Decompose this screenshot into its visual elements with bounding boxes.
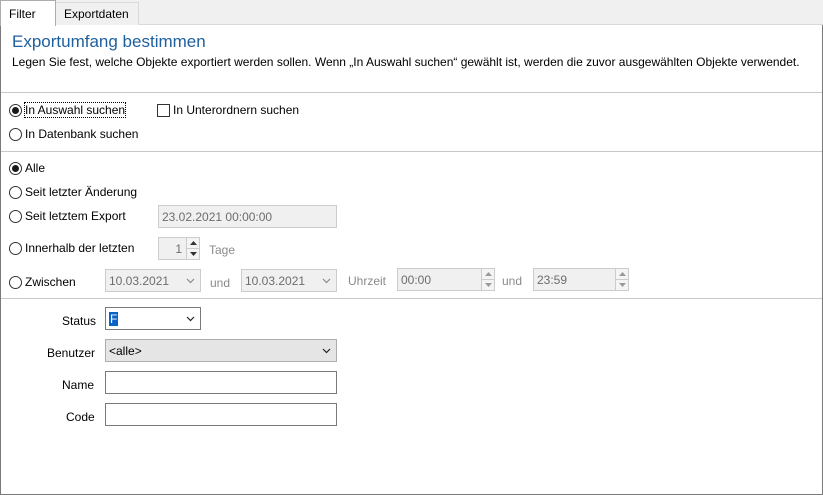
from-time-stepper[interactable]	[481, 269, 494, 290]
from-time-field[interactable]: 00:00	[397, 268, 495, 291]
chevron-down-icon[interactable]	[186, 314, 195, 323]
within-last-unit: Tage	[209, 243, 236, 257]
from-date-picker[interactable]: 10.03.2021	[105, 269, 201, 292]
between-radio[interactable]	[9, 276, 22, 289]
divider	[1, 298, 822, 299]
name-label: Name	[62, 378, 95, 392]
name-field[interactable]	[105, 371, 337, 394]
within-last-label[interactable]: Innerhalb der letzten	[25, 241, 134, 255]
in-database-label[interactable]: In Datenbank suchen	[25, 127, 138, 141]
since-change-radio[interactable]	[9, 186, 22, 199]
and-label-2: und	[502, 274, 523, 288]
to-time-stepper[interactable]	[615, 269, 628, 290]
all-label[interactable]: Alle	[25, 161, 45, 175]
within-last-stepper[interactable]: 1	[158, 237, 200, 260]
tab-exportdaten[interactable]: Exportdaten	[55, 2, 139, 25]
chevron-down-icon[interactable]	[186, 276, 195, 285]
and-label: und	[210, 276, 231, 290]
all-radio[interactable]	[9, 162, 22, 175]
divider	[1, 92, 822, 93]
user-value: <alle>	[109, 344, 142, 358]
tab-filter[interactable]: Filter	[0, 0, 56, 26]
tab-exportdaten-label: Exportdaten	[64, 7, 129, 21]
since-export-radio[interactable]	[9, 210, 22, 223]
to-time-value: 23:59	[537, 273, 568, 287]
code-field[interactable]	[105, 403, 337, 426]
page-description: Legen Sie fest, welche Objekte exportier…	[12, 55, 800, 69]
since-export-label[interactable]: Seit letztem Export	[25, 209, 126, 223]
since-export-field[interactable]: 23.02.2021 00:00:00	[158, 205, 337, 228]
time-label: Uhrzeit	[348, 274, 387, 288]
from-time-value: 00:00	[401, 273, 432, 287]
to-date-picker[interactable]: 10.03.2021	[241, 269, 337, 292]
status-select[interactable]: F	[105, 307, 201, 330]
in-database-radio[interactable]	[9, 128, 22, 141]
in-subfolders-checkbox[interactable]	[157, 104, 170, 117]
spin-arrows-icon	[482, 272, 494, 287]
tab-filter-label: Filter	[9, 7, 36, 21]
in-subfolders-label[interactable]: In Unterordnern suchen	[173, 103, 299, 117]
spin-arrows-icon	[187, 241, 199, 256]
page-title: Exportumfang bestimmen	[12, 32, 206, 51]
chevron-down-icon[interactable]	[322, 276, 331, 285]
between-label[interactable]: Zwischen	[25, 275, 76, 289]
status-label: Status	[62, 314, 97, 328]
stepper-buttons[interactable]	[186, 238, 199, 259]
user-select[interactable]: <alle>	[105, 339, 337, 362]
to-time-field[interactable]: 23:59	[533, 268, 629, 291]
from-date-value: 10.03.2021	[109, 274, 170, 288]
in-selection-label[interactable]: In Auswahl suchen	[23, 102, 127, 118]
filter-panel: Exportumfang bestimmen Legen Sie fest, w…	[1, 25, 822, 494]
divider	[1, 151, 822, 152]
tab-strip: Filter Exportdaten	[0, 0, 823, 26]
within-last-radio[interactable]	[9, 242, 22, 255]
status-value: F	[109, 312, 119, 326]
in-selection-radio[interactable]	[9, 104, 22, 117]
user-label: Benutzer	[47, 346, 96, 360]
chevron-down-icon[interactable]	[322, 346, 331, 355]
code-label: Code	[66, 410, 95, 424]
spin-arrows-icon	[616, 272, 628, 287]
since-change-label[interactable]: Seit letzter Änderung	[25, 185, 137, 199]
within-last-value: 1	[175, 242, 182, 256]
to-date-value: 10.03.2021	[245, 274, 306, 288]
